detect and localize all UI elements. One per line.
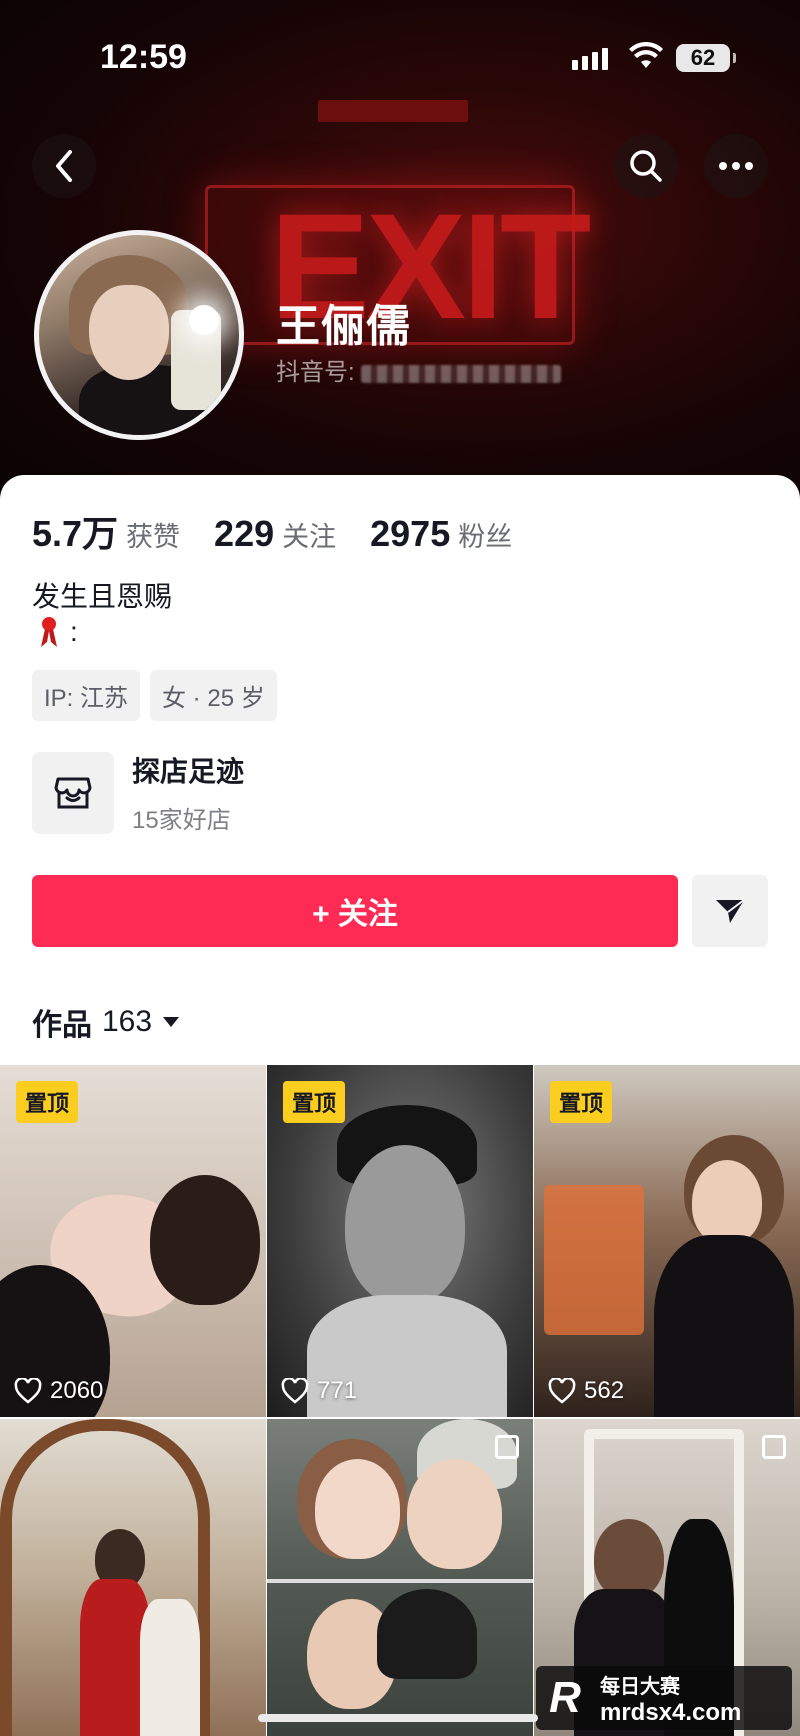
like-count-value: 771: [317, 1377, 358, 1404]
follow-button[interactable]: + 关注: [32, 875, 678, 947]
status-bar: 12:59 62: [0, 0, 800, 110]
pinned-badge: 置顶: [283, 1081, 346, 1123]
home-indicator[interactable]: [258, 1714, 538, 1722]
send-message-button[interactable]: [692, 875, 768, 947]
stat-value: 2975: [370, 513, 451, 554]
bio-line2-text: :: [70, 616, 78, 647]
ribbon-icon: [41, 617, 57, 647]
stat-likes[interactable]: 5.7万 获赞: [32, 505, 180, 557]
stat-label: 粉丝: [458, 522, 513, 552]
video-thumbnail[interactable]: 置顶 771: [267, 1065, 533, 1417]
stat-following[interactable]: 229 关注: [214, 513, 336, 555]
video-thumbnail[interactable]: [0, 1419, 266, 1736]
status-time: 12:59: [100, 38, 187, 76]
multi-image-icon: [762, 1435, 786, 1459]
like-count: 771: [281, 1377, 357, 1405]
works-count: 163: [102, 1005, 153, 1038]
heart-icon: [281, 1378, 309, 1404]
profile-stats: 5.7万 获赞 229 关注 2975 粉丝: [32, 505, 546, 557]
wifi-icon: [629, 42, 663, 68]
ip-location-tag: IP: 江苏: [32, 670, 141, 721]
douyin-id: 抖音号:: [276, 352, 562, 387]
caret-down-icon: [163, 1017, 180, 1027]
profile-tags: IP: 江苏 女 · 25 岁: [32, 670, 277, 721]
cellular-signal-icon: [572, 48, 608, 70]
like-count: 562: [548, 1377, 624, 1405]
profile-name: 王俪儒: [276, 302, 411, 351]
site-watermark: R 每日大赛 mrdsx4.com: [536, 1666, 792, 1730]
works-tab[interactable]: 作品 163: [32, 1000, 180, 1044]
shop-visits-entry[interactable]: 探店足迹 15家好店: [32, 750, 244, 835]
stat-label: 获赞: [126, 522, 181, 552]
douyin-id-blurred-value: [361, 364, 562, 383]
video-thumbnail[interactable]: 置顶 562: [534, 1065, 800, 1417]
heart-icon: [548, 1378, 576, 1404]
douyin-id-label: 抖音号:: [276, 359, 355, 386]
pinned-badge: 置顶: [550, 1081, 613, 1123]
store-icon: [32, 751, 114, 834]
watermark-url: mrdsx4.com: [600, 1698, 742, 1726]
stat-followers[interactable]: 2975 粉丝: [370, 513, 512, 555]
bio-second-line: :: [38, 615, 78, 649]
shop-title: 探店足迹: [132, 756, 245, 787]
bio-text: 发生且恩赐: [32, 581, 173, 612]
shop-subtitle: 15家好店: [132, 807, 231, 834]
heart-icon: [14, 1378, 42, 1404]
video-thumbnail[interactable]: 置顶 2060: [0, 1065, 266, 1417]
more-options-button[interactable]: [704, 134, 768, 198]
like-count-value: 562: [584, 1377, 625, 1404]
video-thumbnail[interactable]: [267, 1419, 533, 1736]
search-button[interactable]: [614, 134, 678, 198]
stat-value: 229: [214, 513, 275, 554]
pinned-badge: 置顶: [16, 1081, 79, 1123]
multi-image-icon: [495, 1435, 519, 1459]
video-grid: 置顶 2060 置顶 771 置顶 562: [0, 1065, 800, 1736]
like-count: 2060: [14, 1377, 103, 1405]
works-label: 作品: [32, 1009, 92, 1042]
more-dots-icon: [719, 162, 753, 170]
gender-age-tag: 女 · 25 岁: [150, 670, 277, 721]
stat-label: 关注: [282, 522, 337, 552]
avatar[interactable]: [34, 230, 244, 440]
send-icon: [716, 899, 745, 923]
like-count-value: 2060: [50, 1377, 104, 1404]
back-button[interactable]: [32, 134, 96, 198]
profile-info-card: 5.7万 获赞 229 关注 2975 粉丝 发生且恩赐 : IP: 江苏 女 …: [0, 475, 800, 1065]
watermark-logo: R: [549, 1673, 581, 1722]
stat-value: 5.7万: [32, 513, 119, 554]
search-icon: [630, 150, 662, 182]
watermark-title: 每日大赛: [600, 1675, 680, 1698]
battery-indicator: 62: [676, 44, 736, 72]
chevron-left-icon: [56, 150, 72, 182]
